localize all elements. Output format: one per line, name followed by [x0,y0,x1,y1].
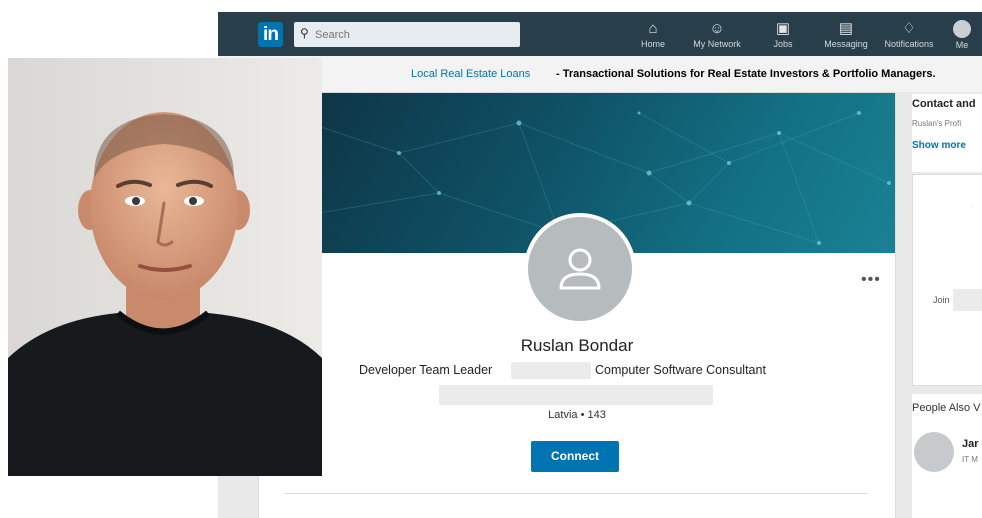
nav-messaging[interactable]: ▤ Messaging [814,20,878,49]
home-icon: ⌂ [648,20,658,37]
ad-text: - Transactional Solutions for Real Estat… [556,68,936,80]
messaging-icon: ▤ [838,20,854,37]
network-icon: ☺ [709,20,725,37]
search-input[interactable] [315,22,515,47]
ad-join-text: Join [933,295,950,305]
redacted-text [953,289,982,311]
contact-subtitle: Ruslan's Profi [912,119,962,128]
redacted-text [511,362,591,379]
people-title: People Also V [912,402,981,414]
nav-me[interactable]: Me [942,20,982,50]
portrait-illustration [8,58,322,476]
divider [284,493,868,494]
profile-avatar [524,213,636,325]
profile-card: ••• Ruslan Bondar Developer Team Leader … [258,92,896,518]
profile-location: Latvia • 143 [548,409,606,421]
avatar-icon [953,20,971,38]
ad-label: · [971,203,974,210]
redacted-text [439,385,713,405]
bell-icon: ♢ [902,20,916,37]
nav-jobs[interactable]: ▣ Jobs [751,20,815,49]
person-icon [559,248,601,290]
linkedin-window: in ⚲ ⌂ Home ☺ My Network ▣ Jobs ▤ Messag… [218,12,982,518]
more-actions-button[interactable]: ••• [861,271,881,289]
headline-role: Developer Team Leader [359,363,493,377]
linkedin-logo[interactable]: in [258,22,283,47]
search-icon: ⚲ [300,26,309,40]
contact-section: Contact and Ruslan's Profi Show more [912,94,982,172]
sponsored-ad-bar: Local Real Estate Loans - Transactional … [218,56,982,92]
briefcase-icon: ▣ [775,20,791,37]
person-avatar[interactable] [914,432,954,472]
people-also-viewed: People Also V Jar IT M [912,394,982,518]
person-name[interactable]: Jar [962,438,979,450]
top-navigation: in ⚲ ⌂ Home ☺ My Network ▣ Jobs ▤ Messag… [218,12,982,56]
show-more-link[interactable]: Show more [912,140,966,151]
nav-my-network[interactable]: ☺ My Network [685,20,749,49]
connect-button[interactable]: Connect [531,441,619,472]
portrait-photo [8,58,322,476]
contact-title: Contact and [912,98,976,110]
nav-notifications[interactable]: ♢ Notifications [877,20,941,49]
person-subtitle: IT M [962,455,978,464]
headline-role-2: Computer Software Consultant [595,363,766,377]
nav-home[interactable]: ⌂ Home [621,20,685,49]
sidebar-ad[interactable]: · Join [912,174,982,386]
profile-name: Ruslan Bondar [520,336,634,355]
ad-link[interactable]: Local Real Estate Loans [411,56,530,92]
search-box[interactable]: ⚲ [294,22,520,47]
